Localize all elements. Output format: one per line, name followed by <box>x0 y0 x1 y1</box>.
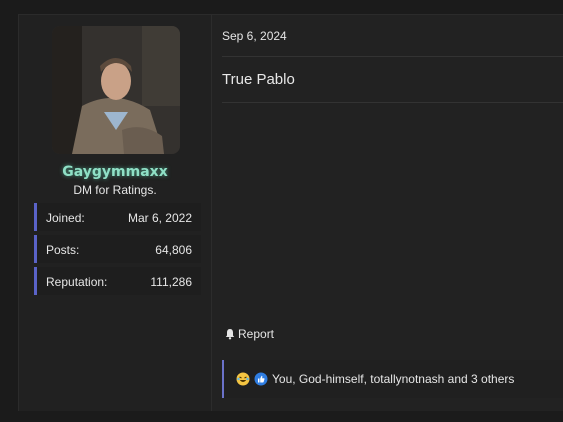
stat-value: Mar 6, 2022 <box>127 211 192 225</box>
username[interactable]: Gaygymmaxx <box>19 164 211 180</box>
post-message: True Pablo <box>222 71 295 88</box>
post-content: Sep 6, 2024 True Pablo Report You, God-h… <box>212 15 563 411</box>
stat-joined: Joined: Mar 6, 2022 <box>34 203 201 231</box>
stat-value: 111,286 <box>150 275 192 289</box>
user-title: DM for Ratings. <box>73 183 157 197</box>
stat-label: Joined: <box>46 211 85 225</box>
divider <box>222 56 563 57</box>
avatar[interactable] <box>52 26 180 154</box>
stat-label: Reputation: <box>46 275 108 289</box>
divider <box>222 102 563 103</box>
reactions-text[interactable]: You, God-himself, totallynotnash and 3 o… <box>272 372 514 386</box>
stat-label: Posts: <box>46 243 80 257</box>
post-container: Gaygymmaxx DM for Ratings. Joined: Mar 6… <box>18 14 563 411</box>
bell-icon <box>225 329 235 340</box>
crying-laughing-emoji-icon <box>236 372 250 386</box>
stat-value: 64,806 <box>155 243 192 257</box>
stat-reputation: Reputation: 111,286 <box>34 267 201 295</box>
user-sidebar: Gaygymmaxx DM for Ratings. Joined: Mar 6… <box>19 15 212 411</box>
post-date[interactable]: Sep 6, 2024 <box>222 29 287 43</box>
avatar-image <box>52 26 180 154</box>
stat-posts: Posts: 64,806 <box>34 235 201 263</box>
report-button[interactable]: Report <box>224 327 274 341</box>
thumbs-up-icon <box>254 372 268 386</box>
reactions-bar[interactable]: You, God-himself, totallynotnash and 3 o… <box>222 360 563 398</box>
report-label: Report <box>238 327 275 341</box>
